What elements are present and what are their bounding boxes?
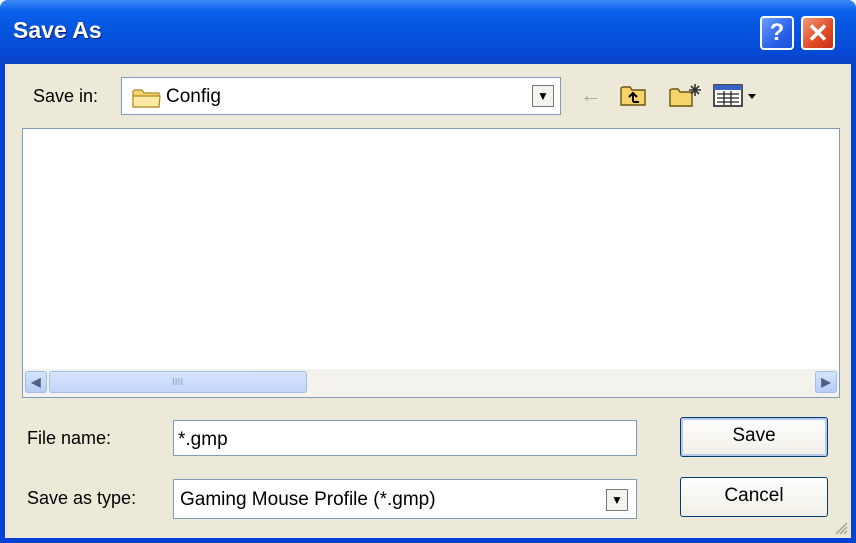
- save-in-label: Save in:: [33, 86, 99, 106]
- resize-grip-icon[interactable]: [834, 521, 848, 535]
- file-name-value: *.gmp: [178, 429, 228, 450]
- save-in-combobox[interactable]: Config ▼: [121, 77, 561, 115]
- create-new-folder-icon[interactable]: [668, 82, 702, 108]
- save-in-value: Config: [166, 86, 221, 107]
- save-as-dialog: Save As ? ✕ Save in: Config ▼ ← ◀ IIII ▶…: [0, 0, 856, 543]
- save-as-type-value: Gaming Mouse Profile (*.gmp): [180, 489, 436, 510]
- cancel-button[interactable]: Cancel: [680, 477, 828, 517]
- help-button[interactable]: ?: [760, 16, 794, 50]
- save-as-type-label: Save as type:: [27, 488, 137, 508]
- scroll-right-icon[interactable]: ▶: [815, 371, 837, 393]
- up-one-level-icon[interactable]: [619, 82, 647, 108]
- file-name-input[interactable]: *.gmp: [173, 420, 637, 456]
- file-list[interactable]: ◀ IIII ▶: [22, 128, 840, 398]
- save-in-dropdown-arrow-icon[interactable]: ▼: [532, 85, 554, 107]
- dialog-title: Save As: [13, 17, 102, 43]
- scroll-grip-icon: IIII: [172, 377, 184, 388]
- scroll-thumb[interactable]: IIII: [49, 371, 307, 393]
- file-name-label: File name:: [27, 428, 112, 448]
- back-arrow-icon[interactable]: ←: [580, 82, 606, 108]
- horizontal-scrollbar[interactable]: ◀ IIII ▶: [23, 369, 839, 397]
- view-menu-icon[interactable]: [712, 82, 764, 108]
- save-as-type-combobox[interactable]: Gaming Mouse Profile (*.gmp) ▼: [173, 479, 637, 519]
- title-bar[interactable]: Save As ? ✕: [0, 0, 856, 64]
- save-button[interactable]: Save: [680, 417, 828, 457]
- close-button[interactable]: ✕: [801, 16, 835, 50]
- save-as-type-dropdown-arrow-icon[interactable]: ▼: [606, 489, 628, 511]
- dialog-body: Save in: Config ▼ ← ◀ IIII ▶ File name: …: [5, 64, 851, 538]
- scroll-left-icon[interactable]: ◀: [25, 371, 47, 393]
- folder-icon: [132, 89, 161, 108]
